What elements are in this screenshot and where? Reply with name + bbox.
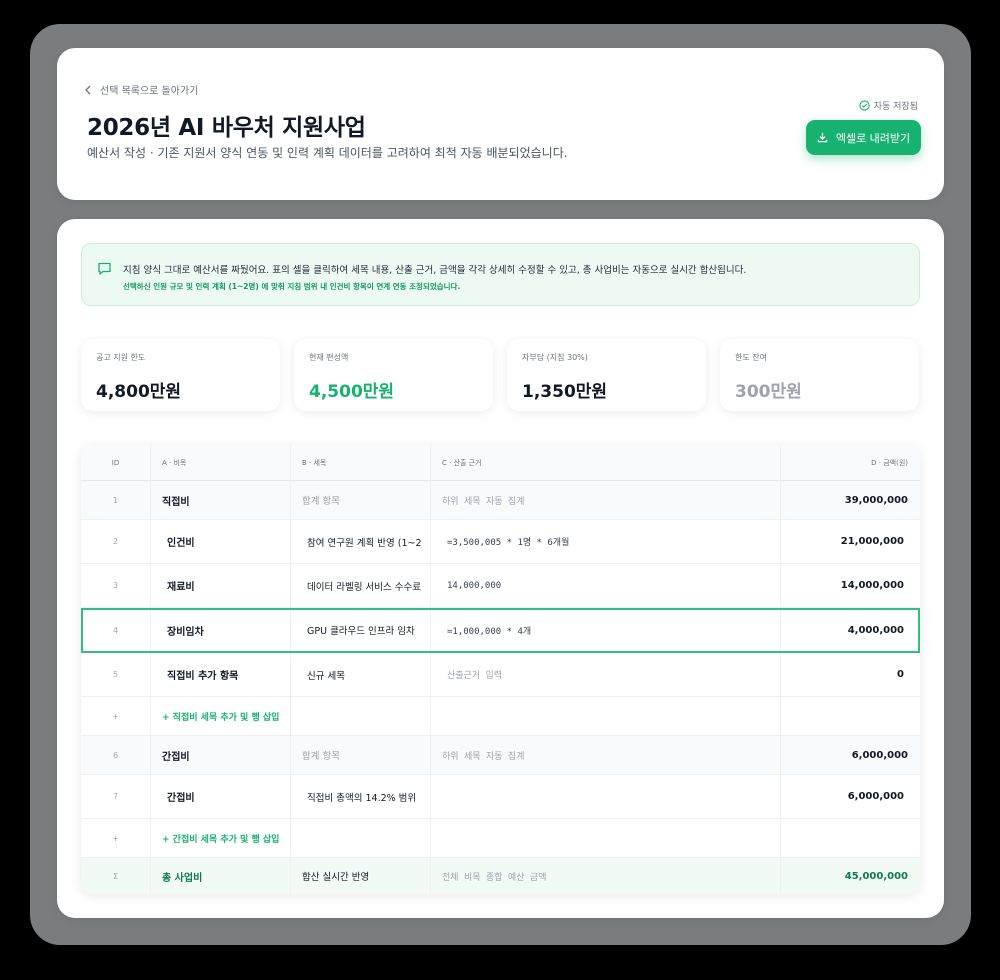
column-header-id: ID [111,458,120,467]
cell-category[interactable]: 간접비 [150,736,290,774]
table-row[interactable]: 6 간접비 합계 항목 하위 세목 자동 집계 6,000,000 [81,736,920,775]
add-direct-cost-row[interactable]: + + 직접비 세목 추가 및 행 삽입 [81,697,920,736]
cell-category[interactable]: 직접비 [150,481,290,519]
table-header: ID A · 비목 B · 세목 C · 산출 근거 D · 금액(원) [81,445,920,481]
table-row[interactable]: 3 재료비 데이터 라벨링 서비스 수수료 14,000,000 14,000,… [81,564,920,608]
cell-amount[interactable]: 4,000,000 [780,608,920,652]
column-header-d: D · 금액(원) [871,458,908,467]
row-id: 4 [112,625,119,635]
row-id: 7 [112,792,119,801]
page-title: 2026년 AI 바우처 지원사업 [87,115,366,141]
autosave-label: 자동 저장됨 [873,102,918,112]
table-row[interactable]: 2 인건비 참여 연구원 계획 반영 (1~2 =3,500,005 * 1명 … [81,520,920,564]
add-indirect-cost-button[interactable]: + 간접비 세목 추가 및 행 삽입 [150,819,290,857]
stat-value: 1,350만원 [522,382,608,402]
table-row-selected[interactable]: 4 장비임차 GPU 클라우드 인프라 임차 =1,000,000 * 4개 4… [81,608,920,653]
autosave-status: 자동 저장됨 [859,99,918,112]
column-divider [430,445,431,894]
notice-sub-text: 선택하신 인원 규모 및 인력 계획 (1~2명) 에 맞춰 지침 범위 내 인… [123,282,461,291]
cell-category: 총 사업비 [162,872,203,884]
table-row[interactable]: 5 직접비 추가 항목 신규 세목 산출근거 입력 0 [81,653,920,697]
stat-self-funding: 자부담 (지침 30%) 1,350만원 [507,339,706,411]
cell-amount[interactable]: 14,000,000 [780,564,920,607]
chevron-left-icon [85,85,91,94]
add-direct-cost-button[interactable]: + 직접비 세목 추가 및 행 삽입 [150,697,290,735]
notice-banner: 지침 양식 그대로 예산서를 짜뒀어요. 표의 셀을 클릭하여 세목 내용, 산… [81,243,920,306]
cell-subcategory[interactable]: GPU 클라우드 인프라 임차 [290,608,430,652]
excel-download-button[interactable]: 엑셀로 내려받기 [806,120,921,155]
cell-amount[interactable]: 39,000,000 [780,481,920,519]
cell-basis[interactable] [430,775,780,818]
cell-basis[interactable]: =1,000,000 * 4개 [430,608,780,652]
cell-category[interactable]: 간접비 [150,775,290,818]
cell-subcategory[interactable]: 합계 항목 [290,736,430,774]
budget-table: ID A · 비목 B · 세목 C · 산출 근거 D · 금액(원) 1 직… [81,445,920,894]
column-header-c: C · 산출 근거 [442,458,482,467]
cell-subcategory: 합산 실시간 반영 [302,872,370,883]
cell-basis[interactable]: 하위 세목 자동 집계 [430,736,780,774]
cell-basis[interactable]: 하위 세목 자동 집계 [430,481,780,519]
column-divider [150,445,151,894]
cell-subcategory[interactable]: 합계 항목 [290,481,430,519]
back-link-label: 선택 목록으로 돌아가기 [100,86,199,97]
table-row[interactable]: 1 직접비 합계 항목 하위 세목 자동 집계 39,000,000 [81,481,920,520]
cell-category[interactable]: 장비임차 [150,608,290,652]
row-id: 5 [112,670,119,679]
total-amount: 45,000,000 [844,870,908,882]
cell-amount[interactable]: 0 [780,653,920,696]
row-id: Σ [112,871,119,881]
cell-basis: 전체 비목 종합 예산 금액 [442,872,547,883]
column-header-b: B · 세목 [302,458,327,467]
cell-subcategory[interactable]: 데이터 라벨링 서비스 수수료 [290,564,430,607]
stat-current-allocation: 현재 편성액 4,500만원 [294,339,493,411]
stat-label: 자부담 (지침 30%) [522,353,588,362]
page-subtitle: 예산서 작성 · 기존 지원서 양식 연동 및 인력 계획 데이터를 고려하여 … [87,146,568,160]
cell-subcategory[interactable]: 신규 세목 [290,653,430,696]
cell-category[interactable]: 인건비 [150,520,290,563]
download-icon [817,132,828,143]
table-row[interactable]: 7 간접비 직접비 총액의 14.2% 범위 6,000,000 [81,775,920,819]
cell-category[interactable]: 직접비 추가 항목 [150,653,290,696]
cell-basis[interactable]: 14,000,000 [430,564,780,607]
stat-value: 4,800만원 [96,382,182,402]
stat-label: 한도 잔여 [735,353,767,362]
stat-label: 현재 편성액 [309,353,349,362]
cell-category[interactable]: 재료비 [150,564,290,607]
stat-support-limit: 공고 지원 한도 4,800만원 [81,339,280,411]
cell-basis-input[interactable]: 산출근거 입력 [430,653,780,696]
row-id: 6 [112,750,119,760]
cell-subcategory[interactable]: 직접비 총액의 14.2% 범위 [290,775,430,818]
cell-basis[interactable]: =3,500,005 * 1명 * 6개월 [430,520,780,563]
message-icon [98,262,111,275]
back-link[interactable]: 선택 목록으로 돌아가기 [84,82,198,97]
cell-amount[interactable]: 21,000,000 [780,520,920,563]
notice-main-text: 지침 양식 그대로 예산서를 짜뒀어요. 표의 셀을 클릭하여 세목 내용, 산… [123,265,747,276]
column-header-a: A · 비목 [162,458,187,467]
column-divider [780,445,781,894]
stat-label: 공고 지원 한도 [96,353,146,362]
cell-amount[interactable]: 6,000,000 [780,736,920,774]
stat-value: 4,500만원 [309,382,395,402]
header-card: 선택 목록으로 돌아가기 2026년 AI 바우처 지원사업 예산서 작성 · … [57,48,944,200]
add-indirect-cost-row[interactable]: + + 간접비 세목 추가 및 행 삽입 [81,819,920,858]
stat-value: 300만원 [735,382,802,402]
row-id: 2 [112,537,119,546]
row-id: 1 [112,495,119,505]
cell-subcategory[interactable]: 참여 연구원 계획 반영 (1~2 [290,520,430,563]
total-row: Σ 총 사업비 합산 실시간 반영 전체 비목 종합 예산 금액 45,000,… [81,858,920,894]
excel-download-label: 엑셀로 내려받기 [835,131,911,145]
main-card: 지침 양식 그대로 예산서를 짜뒀어요. 표의 셀을 클릭하여 세목 내용, 산… [57,219,944,918]
row-id: + [112,711,119,721]
row-id: + [112,833,119,843]
check-circle-icon [859,100,870,111]
stat-remaining-limit: 한도 잔여 300만원 [720,339,919,411]
cell-amount[interactable]: 6,000,000 [780,775,920,818]
row-id: 3 [112,581,119,590]
column-divider [290,445,291,894]
